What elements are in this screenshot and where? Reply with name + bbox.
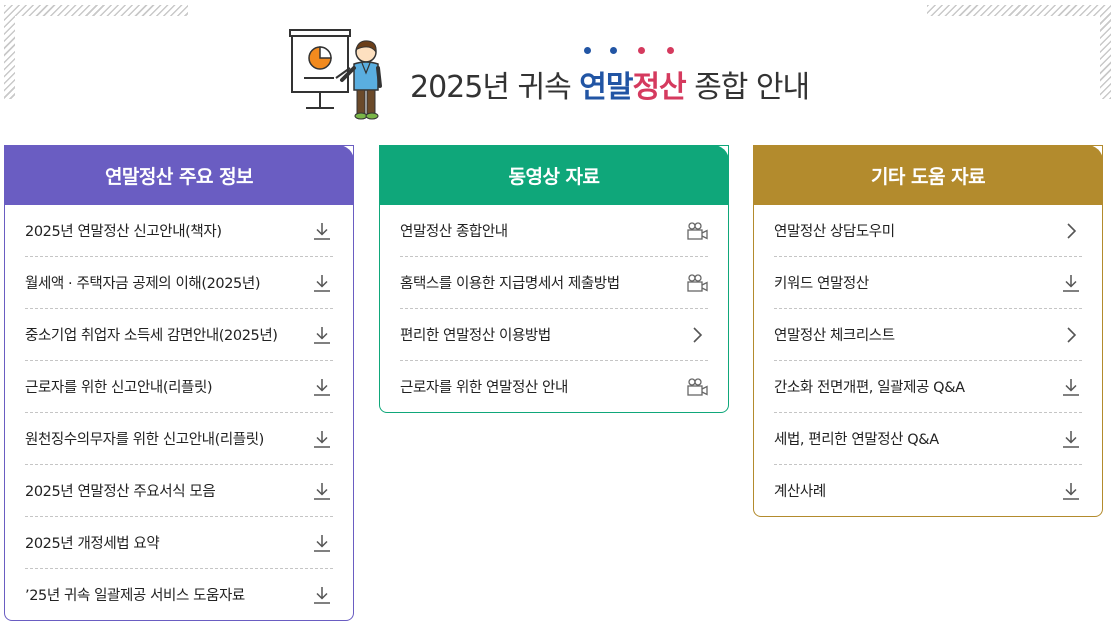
download-icon[interactable] xyxy=(311,584,333,606)
chevron-right-icon[interactable] xyxy=(1060,324,1082,346)
video-camera-icon[interactable] xyxy=(686,272,708,294)
download-icon[interactable] xyxy=(1060,272,1082,294)
list-item[interactable]: ’25년 귀속 일괄제공 서비스 도움자료 xyxy=(25,569,333,620)
list-item-label: 근로자를 위한 연말정산 안내 xyxy=(400,380,568,396)
panel-header: 연말정산 주요 정보 xyxy=(4,145,354,205)
panel-other-help: 기타 도움 자료 연말정산 상담도우미키워드 연말정산연말정산 체크리스트간소화… xyxy=(753,145,1103,517)
list-item-label: 월세액 · 주택자금 공제의 이해(2025년) xyxy=(25,276,261,292)
download-icon[interactable] xyxy=(311,324,333,346)
title-suffix: 종합 안내 xyxy=(694,70,810,105)
title-prefix: 2025년 귀속 xyxy=(410,70,572,105)
list-item[interactable]: 편리한 연말정산 이용방법 xyxy=(400,309,708,361)
list-item-label: 세법, 편리한 연말정산 Q&A xyxy=(774,432,939,448)
panel-title: 연말정산 주요 정보 xyxy=(104,165,254,188)
list-item-label: 중소기업 취업자 소득세 감면안내(2025년) xyxy=(25,328,278,344)
list-item-label: 2025년 연말정산 주요서식 모음 xyxy=(25,484,216,500)
download-icon[interactable] xyxy=(311,480,333,502)
panel-title: 기타 도움 자료 xyxy=(870,165,986,188)
video-camera-icon[interactable] xyxy=(686,376,708,398)
list-item-label: 근로자를 위한 신고안내(리플릿) xyxy=(25,380,213,396)
download-icon[interactable] xyxy=(311,220,333,242)
dot-decoration xyxy=(584,47,591,54)
list-item[interactable]: 연말정산 종합안내 xyxy=(400,205,708,257)
panel-list: 연말정산 상담도우미키워드 연말정산연말정산 체크리스트간소화 전면개편, 일괄… xyxy=(754,205,1102,516)
list-item-label: 계산사례 xyxy=(774,484,826,500)
panel-main-info: 연말정산 주요 정보 2025년 연말정산 신고안내(책자) 월세액 · 주택자금… xyxy=(4,145,354,621)
dot-decoration xyxy=(610,47,617,54)
list-item-label: 2025년 개정세법 요약 xyxy=(25,536,160,552)
list-item[interactable]: 2025년 개정세법 요약 xyxy=(25,517,333,569)
download-icon[interactable] xyxy=(311,428,333,450)
list-item[interactable]: 중소기업 취업자 소득세 감면안내(2025년) xyxy=(25,309,333,361)
download-icon[interactable] xyxy=(1060,428,1082,450)
panel-list: 연말정산 종합안내홈택스를 이용한 지급명세서 제출방법편리한 연말정산 이용방… xyxy=(380,205,728,412)
page-header: 2025년 귀속 연말정산 종합 안내 xyxy=(0,0,1116,130)
list-item-label: ’25년 귀속 일괄제공 서비스 도움자료 xyxy=(25,588,245,604)
list-item-label: 간소화 전면개편, 일괄제공 Q&A xyxy=(774,380,965,396)
list-item[interactable]: 홈택스를 이용한 지급명세서 제출방법 xyxy=(400,257,708,309)
list-item[interactable]: 키워드 연말정산 xyxy=(774,257,1082,309)
dot-decoration xyxy=(638,47,645,54)
panel-list: 2025년 연말정산 신고안내(책자) 월세액 · 주택자금 공제의 이해(202… xyxy=(5,205,353,620)
list-item-label: 홈택스를 이용한 지급명세서 제출방법 xyxy=(400,276,620,292)
panel-video: 동영상 자료 연말정산 종합안내홈택스를 이용한 지급명세서 제출방법편리한 연… xyxy=(379,145,729,413)
presenter-illustration-icon xyxy=(289,29,382,120)
list-item-label: 연말정산 상담도우미 xyxy=(774,224,895,240)
page-title: 2025년 귀속 연말정산 종합 안내 xyxy=(410,62,810,106)
list-item[interactable]: 2025년 연말정산 신고안내(책자) xyxy=(25,205,333,257)
list-item-label: 연말정산 체크리스트 xyxy=(774,328,895,344)
list-item[interactable]: 근로자를 위한 신고안내(리플릿) xyxy=(25,361,333,413)
dot-decoration xyxy=(667,47,674,54)
download-icon[interactable] xyxy=(1060,376,1082,398)
download-icon[interactable] xyxy=(311,532,333,554)
list-item-label: 연말정산 종합안내 xyxy=(400,224,508,240)
list-item-label: 키워드 연말정산 xyxy=(774,276,869,292)
chevron-right-icon[interactable] xyxy=(1060,220,1082,242)
panel-header: 동영상 자료 xyxy=(379,145,729,205)
list-item[interactable]: 연말정산 체크리스트 xyxy=(774,309,1082,361)
list-item[interactable]: 세법, 편리한 연말정산 Q&A xyxy=(774,413,1082,465)
title-highlight-yeonmal: 연말 xyxy=(579,70,633,105)
list-item[interactable]: 원천징수의무자를 위한 신고안내(리플릿) xyxy=(25,413,333,465)
list-item-label: 편리한 연말정산 이용방법 xyxy=(400,328,551,344)
download-icon[interactable] xyxy=(1060,480,1082,502)
list-item[interactable]: 연말정산 상담도우미 xyxy=(774,205,1082,257)
list-item[interactable]: 간소화 전면개편, 일괄제공 Q&A xyxy=(774,361,1082,413)
list-item[interactable]: 계산사례 xyxy=(774,465,1082,516)
list-item[interactable]: 2025년 연말정산 주요서식 모음 xyxy=(25,465,333,517)
download-icon[interactable] xyxy=(311,376,333,398)
list-item[interactable]: 월세액 · 주택자금 공제의 이해(2025년) xyxy=(25,257,333,309)
panel-title: 동영상 자료 xyxy=(508,165,600,188)
list-item-label: 원천징수의무자를 위한 신고안내(리플릿) xyxy=(25,432,264,448)
chevron-right-icon[interactable] xyxy=(686,324,708,346)
title-highlight-jeongsan: 정산 xyxy=(632,70,686,105)
list-item-label: 2025년 연말정산 신고안내(책자) xyxy=(25,224,222,240)
download-icon[interactable] xyxy=(311,272,333,294)
video-camera-icon[interactable] xyxy=(686,220,708,242)
list-item[interactable]: 근로자를 위한 연말정산 안내 xyxy=(400,361,708,412)
panel-header: 기타 도움 자료 xyxy=(753,145,1103,205)
